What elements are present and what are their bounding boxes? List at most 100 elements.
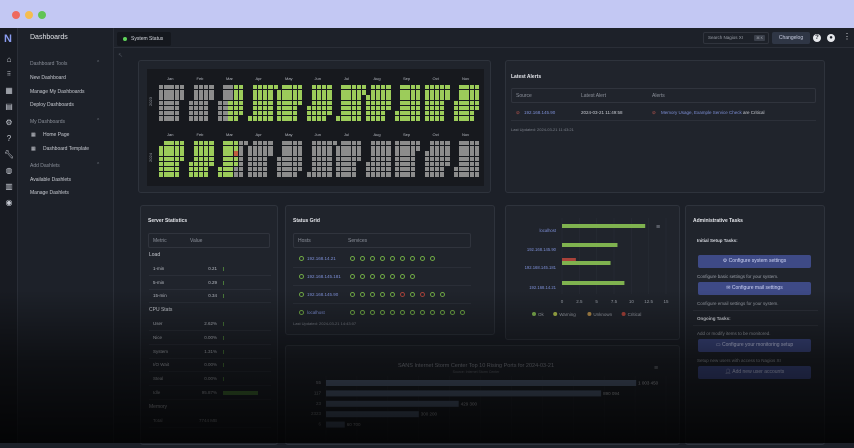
wrench-icon[interactable]: 🔧︎ — [4, 150, 14, 160]
configure-monitoring-button[interactable]: ▭ Configure your monitoring setup — [698, 339, 811, 352]
heatmap-cell — [188, 116, 193, 121]
service-ok-icon[interactable] — [430, 310, 435, 315]
heatmap-cell — [375, 95, 381, 100]
heatmap-cell — [469, 161, 474, 167]
sidebar-item-new-dashboard[interactable]: New Dashboard — [30, 75, 66, 81]
building-icon[interactable]: ▥ — [4, 182, 14, 192]
heatmap-cell — [346, 141, 351, 146]
service-ok-icon[interactable] — [350, 310, 355, 315]
reports-icon[interactable]: ▤ — [4, 102, 14, 112]
configure-mail-settings-button[interactable]: ✉ Configure mail settings — [698, 282, 811, 295]
host-link[interactable]: 192.168.14.21 — [307, 256, 336, 261]
heatmap-cell — [311, 172, 317, 177]
stat-bar — [223, 280, 224, 285]
heatmap-cell — [469, 156, 474, 161]
section-my-dashboards[interactable]: My Dashboards — [30, 119, 65, 125]
heatmap-cell — [400, 156, 405, 161]
add-user-accounts-button[interactable]: 👤︎ Add new user accounts — [698, 366, 811, 379]
maximize-window-button[interactable] — [38, 11, 46, 19]
search-input[interactable]: Search Nagios XI ⌘ K — [703, 32, 769, 44]
grid-icon[interactable]: ⠿ — [4, 70, 14, 80]
sidebar-item-manage-dashlets[interactable]: Manage Dashlets — [30, 190, 69, 196]
heatmap-cell — [223, 167, 228, 172]
service-ok-icon[interactable] — [380, 292, 385, 297]
service-ok-icon[interactable] — [360, 310, 365, 315]
service-critical-icon[interactable] — [420, 292, 425, 297]
globe-icon[interactable]: ◍ — [4, 166, 14, 176]
alert-services-link[interactable]: Memory Usage, Example Service Check — [661, 110, 742, 115]
service-ok-icon[interactable] — [370, 256, 375, 261]
monitoring-description: Add or modify items to be monitored. — [697, 331, 771, 336]
nagios-logo[interactable]: N — [4, 33, 12, 45]
alert-source-link[interactable]: 192.168.145.90 — [524, 110, 555, 115]
host-link[interactable]: 192.168.145.90 — [307, 292, 338, 297]
sidebar-item-available-dashlets[interactable]: Available Dashlets — [30, 177, 71, 183]
chevron-up-icon[interactable]: ⌃ — [96, 118, 100, 124]
service-ok-icon[interactable] — [420, 310, 425, 315]
heatmap-cell — [365, 172, 370, 177]
service-ok-icon[interactable] — [400, 274, 405, 279]
heatmap-cell — [204, 172, 209, 177]
service-ok-icon[interactable] — [410, 292, 415, 297]
heatmap-cell — [316, 111, 322, 116]
heatmap-cell — [336, 172, 341, 177]
dashboard-icon[interactable]: ▦ — [4, 86, 14, 96]
service-ok-icon[interactable] — [410, 256, 415, 261]
service-ok-icon[interactable] — [360, 292, 365, 297]
service-ok-icon[interactable] — [360, 274, 365, 279]
user-account-icon[interactable]: ● — [827, 34, 835, 42]
heatmap-cell — [268, 90, 273, 95]
service-ok-icon[interactable] — [370, 274, 375, 279]
service-ok-icon[interactable] — [440, 310, 445, 315]
service-ok-icon[interactable] — [390, 256, 395, 261]
service-ok-icon[interactable] — [400, 310, 405, 315]
sidebar-item-manage-dashboards[interactable]: Manage My Dashboards — [30, 89, 84, 95]
service-ok-icon[interactable] — [370, 292, 375, 297]
service-ok-icon[interactable] — [390, 292, 395, 297]
collapse-arrow-icon[interactable]: ↖ — [118, 52, 123, 59]
chevron-up-icon[interactable]: ⌃ — [96, 60, 100, 66]
help-icon[interactable]: ? — [813, 34, 821, 42]
icon-rail: N ⌂ ⠿ ▦ ▤ ⚙ ? 🔧︎ ◍ ▥ ◉ — [0, 28, 18, 443]
user-icon[interactable]: ◉ — [4, 198, 14, 208]
service-ok-icon[interactable] — [350, 256, 355, 261]
service-ok-icon[interactable] — [400, 256, 405, 261]
service-ok-icon[interactable] — [440, 292, 445, 297]
service-ok-icon[interactable] — [350, 274, 355, 279]
gear-icon[interactable]: ⚙ — [4, 118, 14, 128]
service-critical-icon[interactable] — [400, 292, 405, 297]
host-link[interactable]: localhost — [307, 310, 325, 315]
service-ok-icon[interactable] — [450, 310, 455, 315]
service-ok-icon[interactable] — [430, 292, 435, 297]
sidebar-item-deploy-dashboards[interactable]: Deploy Dashboards — [30, 102, 74, 108]
host-link[interactable]: 192.168.145.181 — [307, 274, 341, 279]
help-icon[interactable]: ? — [4, 134, 14, 144]
service-ok-icon[interactable] — [410, 310, 415, 315]
service-ok-icon[interactable] — [390, 310, 395, 315]
minimize-window-button[interactable] — [25, 11, 33, 19]
changelog-button[interactable]: Changelog — [772, 32, 810, 44]
service-ok-icon[interactable] — [360, 256, 365, 261]
section-add-dashlets[interactable]: Add Dashlets — [30, 163, 60, 169]
service-ok-icon[interactable] — [350, 292, 355, 297]
more-menu-icon[interactable]: ⋮ — [843, 32, 851, 41]
sidebar-item-home-page[interactable]: Home Page — [43, 132, 69, 138]
section-dashboard-tools[interactable]: Dashboard Tools — [30, 61, 67, 67]
service-ok-icon[interactable] — [390, 274, 395, 279]
service-ok-icon[interactable] — [380, 310, 385, 315]
service-ok-icon[interactable] — [380, 274, 385, 279]
configure-system-settings-button[interactable]: ⚙ Configure system settings — [698, 255, 811, 268]
row-divider — [293, 285, 471, 286]
system-status-button[interactable]: System Status — [117, 32, 171, 46]
home-icon[interactable]: ⌂ — [4, 55, 14, 65]
service-ok-icon[interactable] — [460, 310, 465, 315]
service-ok-icon[interactable] — [430, 256, 435, 261]
service-ok-icon[interactable] — [420, 256, 425, 261]
sidebar-item-dashboard-template[interactable]: Dashboard Template — [43, 146, 89, 152]
column-alerts: Alerts — [652, 93, 665, 99]
chevron-up-icon[interactable]: ⌃ — [96, 162, 100, 168]
close-window-button[interactable] — [12, 11, 20, 19]
service-ok-icon[interactable] — [370, 310, 375, 315]
service-ok-icon[interactable] — [380, 256, 385, 261]
service-ok-icon[interactable] — [410, 274, 415, 279]
